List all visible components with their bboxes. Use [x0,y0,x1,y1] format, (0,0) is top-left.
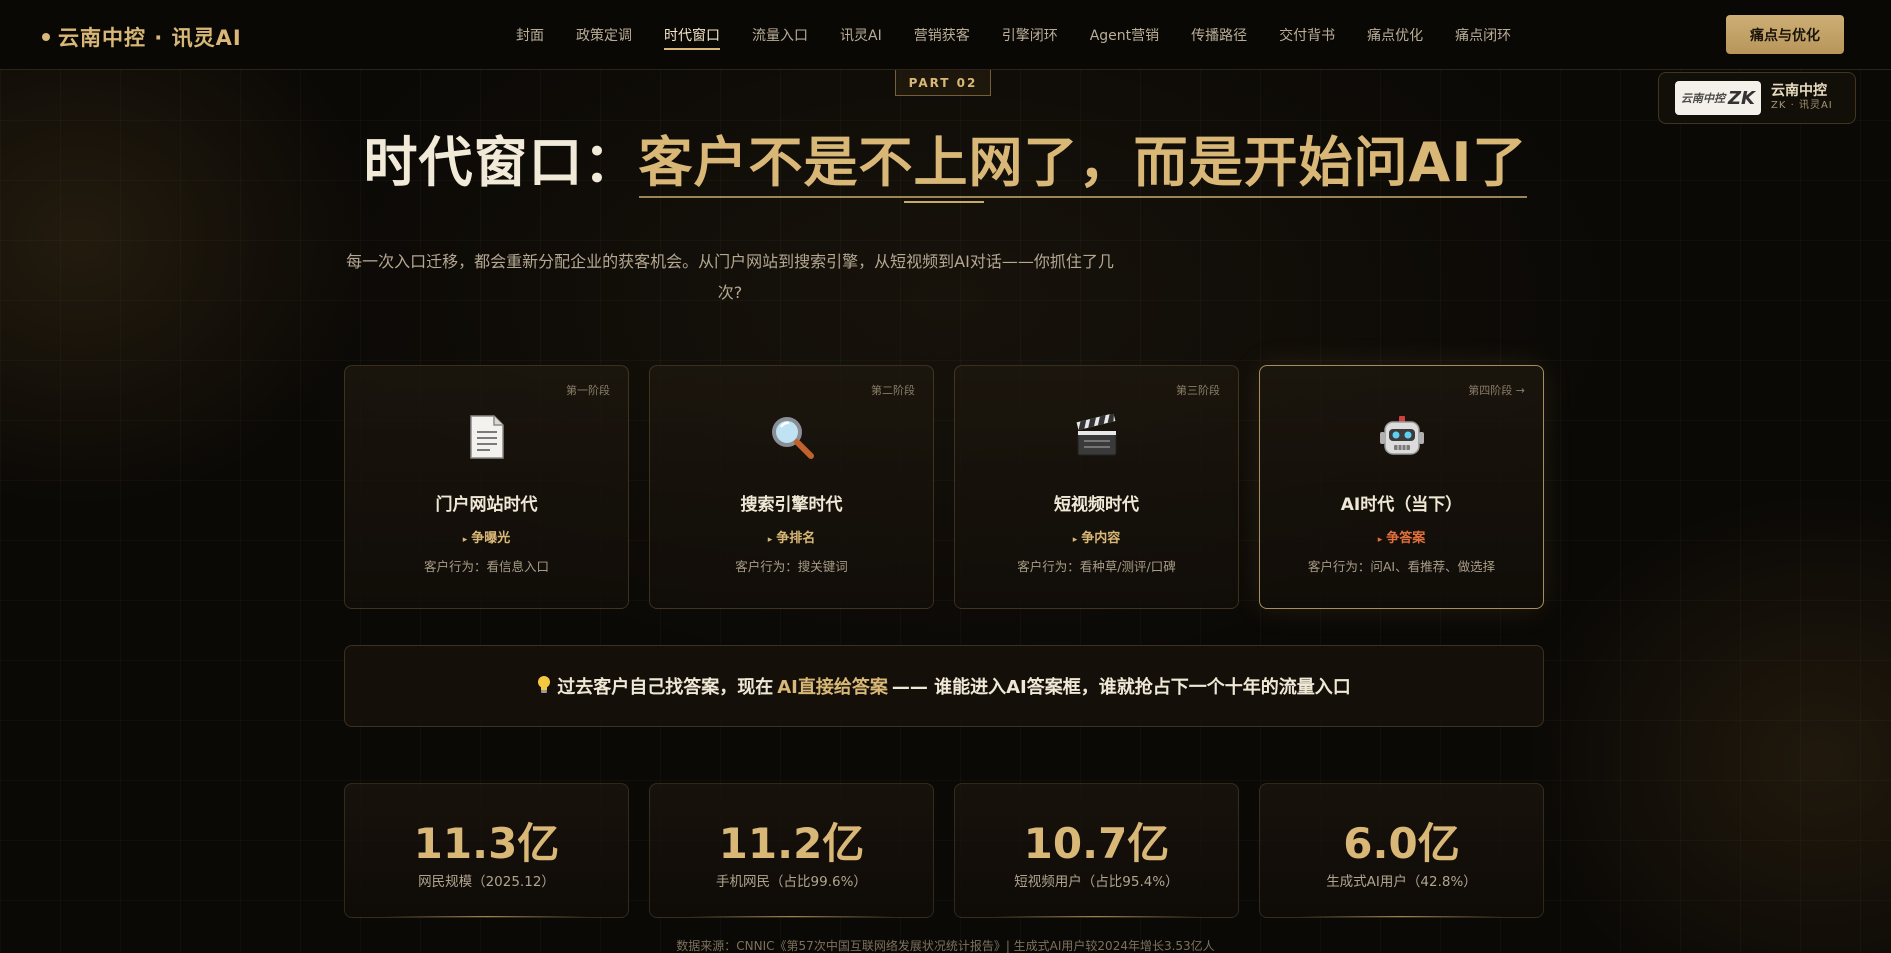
stage-goal-text: 争排名 [776,531,816,546]
stat-card-mobile: 11.2亿 手机网民（占比99.6%） [649,783,934,918]
stat-value: 6.0亿 [1343,819,1460,868]
brand-dot-icon [42,33,50,41]
document-icon [345,414,628,464]
nav-link-policy[interactable]: 政策定调 [560,0,648,70]
stage-name: 搜索引擎时代 [740,495,843,515]
page-subtitle: 每一次入口迁移，都会重新分配企业的获客机会。从门户网站到搜索引擎，从短视频到AI… [346,252,1114,302]
logo-company-name: 云南中控 [1771,83,1827,99]
logo-text: 云南中控 ZK · 讯灵AI [1771,83,1833,113]
insight-banner: 过去客户自己找答案，现在 AI直接给答案 —— 谁能进入AI答案框，谁就抢占下一… [344,645,1544,727]
stat-label: 手机网民（占比99.6%） [716,874,867,890]
stage-phase: 第二阶段 [871,384,915,397]
nav-link-pain-loop[interactable]: 痛点闭环 [1439,0,1527,70]
company-logo-mark: 云南中控 ZK [1675,81,1761,115]
stat-card-genai: 6.0亿 生成式AI用户（42.8%） [1259,783,1544,918]
top-navbar: 云南中控 · 讯灵AI 封面 政策定调 时代窗口 流量入口 讯灵AI 营销获客 … [0,0,1891,70]
stat-card-netizens: 11.3亿 网民规模（2025.12） [344,783,629,918]
insight-before: 过去客户自己找答案，现在 [557,677,774,698]
logo-mark-letters: ZK [1728,87,1755,109]
stage-goal: ▸ 争曝光 [345,527,628,546]
lightbulb-icon [537,675,551,697]
stage-behavior: 客户行为：问AI、看推荐、做选择 [1307,559,1496,574]
data-source-note: 数据来源：CNNIC《第57次中国互联网络发展状况统计报告》| 生成式AI用户较… [676,939,1215,953]
stage-phase: 第一阶段 [566,384,610,397]
pain-points-cta-button[interactable]: 痛点与优化 [1726,15,1844,54]
title-prefix: 时代窗口： [363,131,639,194]
robot-icon [1260,414,1543,464]
stage-phase: 第四阶段 → [1468,384,1525,397]
nav-links: 封面 政策定调 时代窗口 流量入口 讯灵AI 营销获客 引擎闭环 Agent营销… [500,0,1527,70]
title-highlight: 客户不是不上网了，而是开始问AI了 [638,131,1528,198]
stage-goal-text: 争内容 [1081,531,1121,546]
stat-card-short-video: 10.7亿 短视频用户（占比95.4%） [954,783,1239,918]
nav-link-xunling-ai[interactable]: 讯灵AI [824,0,898,70]
nav-link-agent-marketing[interactable]: Agent营销 [1074,0,1175,70]
page-title: 时代窗口：客户不是不上网了，而是开始问AI了 [0,118,1891,198]
logo-mark-text: 云南中控 [1681,92,1725,105]
nav-link-pain-optimize[interactable]: 痛点优化 [1351,0,1439,70]
stage-card-ai[interactable]: 第四阶段 → AI时代（当下） ▸ 争答案 客户行为：问AI、看推荐、做选择 [1259,365,1544,609]
stage-goal-text: 争答案 [1386,531,1426,546]
insight-highlight: AI直接给答案 [777,677,888,698]
stage-name: 门户网站时代 [435,495,538,515]
clapperboard-icon [955,414,1238,464]
company-logo-badge: 云南中控 ZK 云南中控 ZK · 讯灵AI [1658,72,1856,124]
logo-company-sub: ZK · 讯灵AI [1771,100,1833,111]
stat-value: 11.3亿 [413,819,560,868]
part-tag: PART 02 [895,70,991,96]
magnifier-icon [650,414,933,464]
stat-label: 短视频用户（占比95.4%） [1014,874,1179,890]
stage-goal: ▸ 争排名 [650,527,933,546]
stat-value: 11.2亿 [718,819,865,868]
nav-link-delivery[interactable]: 交付背书 [1263,0,1351,70]
stage-goal: ▸ 争答案 [1260,527,1543,546]
stage-behavior: 客户行为：看种草/测评/口碑 [1017,559,1176,574]
stage-card-portal[interactable]: 第一阶段 门户网站时代 ▸ 争曝光 客户行为：看信息入口 [344,365,629,609]
nav-link-marketing[interactable]: 营销获客 [898,0,986,70]
nav-link-engine-loop[interactable]: 引擎闭环 [986,0,1074,70]
stage-behavior: 客户行为：看信息入口 [423,559,549,574]
stage-behavior: 客户行为：搜关键词 [735,559,848,574]
stage-name: 短视频时代 [1054,495,1139,515]
brand-name: 云南中控 · 讯灵AI [58,26,242,50]
brand-logo[interactable]: 云南中控 · 讯灵AI [42,22,242,52]
nav-link-traffic-entry[interactable]: 流量入口 [736,0,824,70]
goal-arrow-icon: ▸ [1072,535,1078,545]
stage-goal-text: 争曝光 [471,531,511,546]
goal-arrow-icon: ▸ [462,535,468,545]
nav-link-era-window[interactable]: 时代窗口 [648,0,736,70]
goal-arrow-icon: ▸ [767,535,773,545]
goal-arrow-icon: ▸ [1377,535,1383,545]
title-underline [904,201,984,203]
stat-label: 生成式AI用户（42.8%） [1326,874,1477,890]
stage-card-short-video[interactable]: 第三阶段 短视频时代 ▸ 争内容 客户行为：看种草/测评/口碑 [954,365,1239,609]
stage-card-search[interactable]: 第二阶段 搜索引擎时代 ▸ 争排名 客户行为：搜关键词 [649,365,934,609]
stat-label: 网民规模（2025.12） [418,874,555,890]
stat-value: 10.7亿 [1023,819,1170,868]
stage-phase: 第三阶段 [1176,384,1220,397]
nav-link-cover[interactable]: 封面 [500,0,560,70]
insight-after: —— 谁能进入AI答案框，谁就抢占下一个十年的流量入口 [891,677,1351,698]
stage-name: AI时代（当下） [1340,495,1463,515]
stage-goal: ▸ 争内容 [955,527,1238,546]
nav-link-spread-path[interactable]: 传播路径 [1175,0,1263,70]
